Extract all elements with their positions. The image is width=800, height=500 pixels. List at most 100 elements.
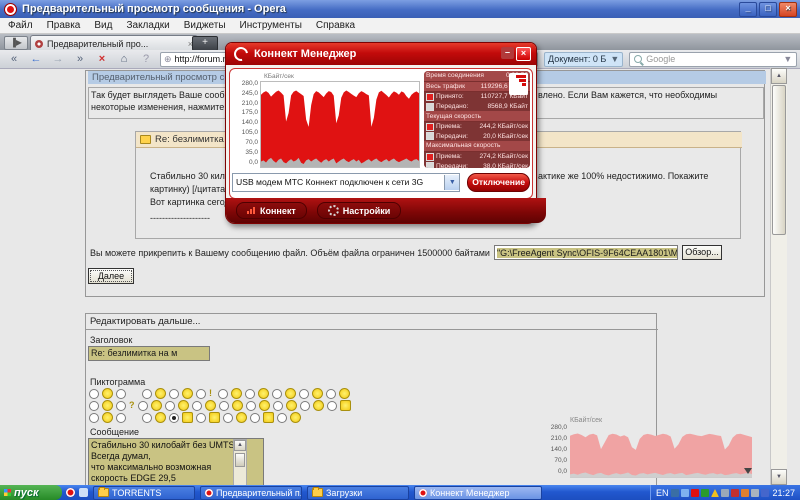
menu-item[interactable]: Вид [94,20,112,31]
disconnect-button[interactable]: Отключение [467,173,530,192]
mini-chart-ylabel: КБайт/сек [570,417,602,424]
warning-icon[interactable] [711,489,719,497]
file-input[interactable]: "G:\FreeAgent Sync\OFIS-9F64CEAA1801\My … [494,245,678,260]
connection-icon[interactable] [761,489,769,497]
dialog-close-button[interactable]: × [516,47,531,61]
rewind-icon[interactable]: « [6,53,22,65]
pictogram-radio[interactable] [196,389,206,399]
close-button[interactable]: × [779,2,797,17]
stats-row: Передачи:20,0 КБайт/сек [424,132,530,142]
pictogram-radio[interactable] [246,401,256,411]
pictogram-radio[interactable] [89,401,99,411]
pictogram-radio[interactable] [223,413,233,423]
display-icon[interactable] [721,489,729,497]
start-button[interactable]: пуск [0,485,62,500]
forward-icon[interactable]: → [50,53,66,65]
pictogram-radio[interactable] [250,413,260,423]
pictogram-radio[interactable] [327,401,337,411]
tab-connect[interactable]: Коннект [236,202,307,219]
subject-input[interactable]: Re: безлимитка на м [88,346,210,361]
scroll-thumb[interactable] [235,453,245,467]
pictogram-radio[interactable] [89,389,99,399]
browse-button[interactable]: Обзор... [682,245,722,260]
new-tab-button[interactable]: + [192,36,218,51]
page-scrollbar[interactable]: ▲ ▼ [770,68,787,485]
update-icon[interactable] [741,489,749,497]
taskbar-task[interactable]: Загрузки [307,486,409,500]
axis-tick-label: 70,0 [245,140,258,147]
menu-item[interactable]: Виджеты [184,20,226,31]
textarea-scrollbar[interactable]: ▲ [233,439,247,486]
pictogram-radio[interactable] [218,389,228,399]
stats-row: Приема:274,2 КБайт/сек [424,152,530,162]
pictogram-radio[interactable] [192,401,202,411]
pictogram-radio[interactable] [169,413,179,423]
scroll-down-icon[interactable]: ▼ [771,469,787,485]
help-icon[interactable]: ? [138,53,154,65]
pictogram-radio[interactable] [116,401,126,411]
opera-tray-icon[interactable] [691,489,699,497]
pictogram-radio[interactable] [169,389,179,399]
pictogram-radio[interactable] [272,389,282,399]
stop-icon[interactable]: × [94,53,110,65]
dialog-minimize-button[interactable]: – [501,47,514,59]
stats-row: Передачи:38,0 КБайт/сек [424,161,530,168]
axis-tick-label: 280,0 [551,425,567,432]
menu-item[interactable]: Правка [47,20,81,31]
pictogram-radio[interactable] [277,413,287,423]
quicklaunch-opera-icon[interactable] [66,488,75,497]
pictogram-radio[interactable] [116,413,126,423]
antivirus-icon[interactable] [701,489,709,497]
modem-status-dropdown[interactable]: USB модем МТС Коннект подключен к сети 3… [232,173,460,192]
pictogram-radio[interactable] [142,389,152,399]
network-icon[interactable] [681,489,689,497]
tab-settings[interactable]: Настройки [317,202,401,219]
pictogram-radio[interactable] [138,401,148,411]
fast-forward-icon[interactable]: » [72,53,88,65]
pictogram-radio[interactable] [116,389,126,399]
menu-item[interactable]: Файл [8,20,33,31]
legend-marker-icon [426,153,434,161]
taskbar-task[interactable]: Предварительный п... [200,486,302,500]
happy-smiley-icon [155,412,166,423]
pictogram-radio[interactable] [273,401,283,411]
speech-smiley-icon [263,412,274,423]
axis-tick-label: 0,0 [558,469,567,476]
menu-item[interactable]: Справка [316,20,355,31]
home-icon[interactable]: ⌂ [116,53,132,65]
search-icon [634,55,642,63]
scroll-up-icon[interactable]: ▲ [234,440,246,451]
volume-icon[interactable] [731,489,739,497]
angry-smiley-icon [259,400,270,411]
language-indicator[interactable]: EN [656,488,669,498]
pictogram-radio[interactable] [299,389,309,399]
next-button[interactable]: Далее [88,268,134,284]
pictogram-radio[interactable] [219,401,229,411]
pictogram-radio[interactable] [326,389,336,399]
panels-toggle-icon[interactable]: ▐▶ [4,36,28,50]
maximize-button[interactable]: □ [759,2,777,17]
taskbar-task[interactable]: TORRENTS [93,486,195,500]
minimize-button[interactable]: _ [739,2,757,17]
dialog-titlebar[interactable]: Коннект Менеджер – × [226,43,536,65]
pictogram-radio[interactable] [89,413,99,423]
menu-bar: Файл Правка Вид Закладки Виджеты Инструменты С… [0,18,800,34]
search-input[interactable]: Google ▼ [629,52,797,67]
scroll-thumb[interactable] [772,85,786,235]
scroll-up-icon[interactable]: ▲ [771,68,787,84]
quicklaunch-explorer-icon[interactable] [79,488,88,497]
taskbar-task[interactable]: Коннект Менеджер [414,486,542,500]
pictogram-radio[interactable] [165,401,175,411]
document-size-indicator[interactable]: Документ: 0 Б ▼ [544,52,623,67]
pictogram-radio[interactable] [300,401,310,411]
pictogram-radio[interactable] [245,389,255,399]
tab-active[interactable]: Предварительный про... × [30,35,198,51]
pictogram-radio[interactable] [196,413,206,423]
menu-item[interactable]: Закладки [126,20,169,31]
back-icon[interactable]: ← [28,53,44,65]
usb-icon[interactable] [751,489,759,497]
messenger-icon[interactable] [671,489,679,497]
menu-item[interactable]: Инструменты [240,20,302,31]
pictogram-radio[interactable] [142,413,152,423]
smirk-smiley-icon [286,400,297,411]
